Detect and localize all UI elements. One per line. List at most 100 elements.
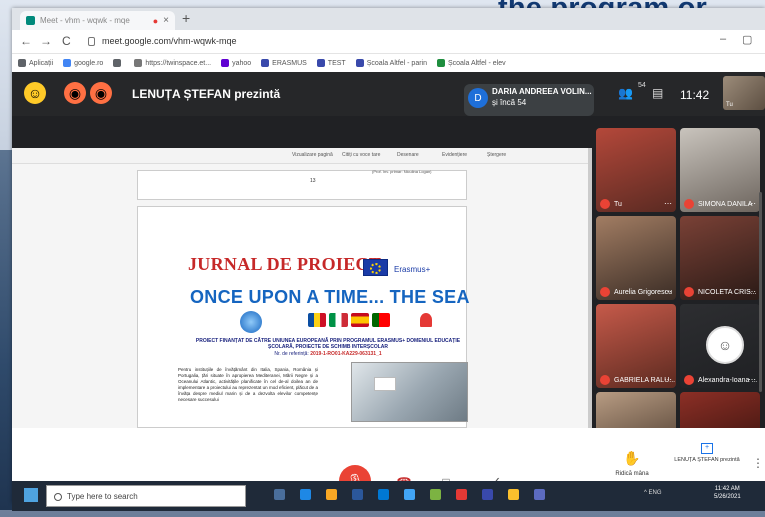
- bookmarks-bar: Aplicații google.ro https://twinspace.et..…: [12, 54, 765, 72]
- participant-avatar: ☺: [706, 326, 744, 364]
- self-view-thumbnail[interactable]: Tu: [723, 76, 765, 110]
- taskbar-search-input[interactable]: Type here to search: [46, 485, 246, 507]
- tile-more-icon[interactable]: ⋯: [664, 375, 672, 384]
- bookmark-item[interactable]: [113, 59, 124, 67]
- emoji-face-icon: ☺: [24, 82, 46, 104]
- edge-icon[interactable]: [300, 489, 311, 500]
- participant-tile[interactable]: NICOLETA CRIS... ⋯: [680, 216, 760, 300]
- tile-more-icon[interactable]: ⋯: [748, 199, 756, 208]
- project-logo-icon: [240, 311, 262, 333]
- document-area: 13 (Prof. înv. primar: Niculina Logan) J…: [12, 164, 592, 428]
- participant-name: SIMONA DANILA: [698, 201, 753, 208]
- mic-off-icon: [600, 199, 610, 209]
- document-page: JURNAL DE PROIECT Erasmus+ ONCE UPON A T…: [137, 206, 469, 428]
- forward-button[interactable]: →: [40, 34, 52, 48]
- mic-off-icon: [684, 287, 694, 297]
- reload-button[interactable]: C: [62, 34, 71, 48]
- raise-hand-button[interactable]: ✋ Ridică mâna: [597, 450, 667, 477]
- grid-scrollbar[interactable]: [759, 192, 762, 392]
- document-scrollbar[interactable]: [588, 148, 592, 428]
- country-flags: [308, 313, 390, 329]
- presenting-avatar: D: [468, 88, 488, 108]
- store-icon[interactable]: [378, 489, 389, 500]
- meet-top-bar: ☺ ◉ ◉ LENUȚA ȘTEFAN prezintă D DARIA AND…: [12, 72, 765, 116]
- participant-tile[interactable]: [680, 392, 760, 432]
- meet-app: ☺ ◉ ◉ LENUȚA ȘTEFAN prezintă D DARIA AND…: [12, 72, 765, 503]
- people-count: 54: [638, 82, 646, 89]
- address-bar: ← → C meet.google.com/vhm-wqwk-mqe – ▢: [12, 30, 765, 54]
- map-pin-icon: [420, 313, 432, 327]
- participant-tile[interactable]: Aurelia Grigorescu ⋯: [596, 216, 676, 300]
- tile-more-icon[interactable]: ⋯: [748, 375, 756, 384]
- bookmark-icon: [18, 59, 26, 67]
- app-icon-2[interactable]: [482, 489, 493, 500]
- chat-icon[interactable]: ▤: [652, 86, 663, 100]
- doc-toolbar-item[interactable]: Desenare: [397, 152, 419, 158]
- minimize-icon[interactable]: –: [720, 33, 726, 45]
- tile-more-icon[interactable]: ⋯: [664, 287, 672, 296]
- funding-statement: PROIECT FINANȚAT DE CĂTRE UNIUNEA EUROPE…: [195, 338, 461, 350]
- bookmark-item[interactable]: yahoo: [221, 59, 251, 67]
- tile-more-icon[interactable]: ⋯: [748, 287, 756, 296]
- task-view-icon[interactable]: [274, 489, 285, 500]
- bookmark-icon: [134, 59, 143, 67]
- doc-toolbar-item[interactable]: Ștergere: [487, 152, 506, 158]
- bookmark-icon: [316, 59, 325, 67]
- app-icon[interactable]: [456, 489, 467, 500]
- bookmark-item[interactable]: Școala Altfel - elev: [437, 59, 506, 67]
- tile-more-icon[interactable]: ⋯: [664, 199, 672, 208]
- maximize-icon[interactable]: ▢: [742, 33, 752, 46]
- bookmark-item[interactable]: Aplicații: [18, 59, 53, 67]
- document-toolbar: Vizualizare pagină Citiți cu voce tare Des…: [12, 148, 592, 164]
- doc-toolbar-item[interactable]: Citiți cu voce tare: [342, 152, 380, 158]
- present-button[interactable]: + LENUȚA ȘTEFAN prezintă: [672, 443, 742, 464]
- self-view-label: Tu: [726, 102, 733, 108]
- participant-tile[interactable]: SIMONA DANILA ⋯: [680, 128, 760, 212]
- tab-meet[interactable]: Meet - vhm - wqwk - mqe ● ×: [20, 11, 175, 30]
- bookmark-item[interactable]: https://twinspace.et...: [134, 59, 211, 67]
- participant-tile[interactable]: Tu ⋯: [596, 128, 676, 212]
- erasmus-label: Erasmus+: [394, 265, 431, 274]
- back-button[interactable]: ←: [20, 34, 32, 48]
- word-icon[interactable]: [352, 489, 363, 500]
- lock-icon: [88, 37, 95, 46]
- participant-name: Tu: [614, 201, 622, 208]
- bookmark-icon: [261, 59, 270, 67]
- bookmark-item[interactable]: google.ro: [63, 59, 103, 67]
- mail-icon[interactable]: [404, 489, 415, 500]
- present-icon: +: [701, 443, 713, 454]
- document-page-13: [137, 170, 467, 200]
- bookmark-item[interactable]: ERASMUS: [261, 59, 307, 67]
- journal-title: JURNAL DE PROIECT: [188, 254, 382, 274]
- app-icon-3[interactable]: [534, 489, 545, 500]
- url-field[interactable]: meet.google.com/vhm-wqwk-mqe: [102, 36, 237, 46]
- doc-toolbar-item[interactable]: Evidențiere: [442, 152, 467, 158]
- orange-ring-icon-2: ◉: [90, 82, 112, 104]
- maps-icon[interactable]: [430, 489, 441, 500]
- bookmark-item[interactable]: Școala Altfel - parin: [355, 59, 427, 67]
- meet-favicon-icon: [26, 16, 35, 25]
- classroom-photo: [351, 362, 468, 422]
- participant-tile[interactable]: ☺ Alexandra-Ioana ... ⋯: [680, 304, 760, 388]
- flag-portugal-icon: [371, 313, 390, 327]
- participant-tile[interactable]: GABRIELA RALU... ⋯: [596, 304, 676, 388]
- mic-off-icon: [684, 375, 694, 385]
- windows-start-icon[interactable]: [24, 488, 38, 502]
- chrome-icon[interactable]: [508, 489, 519, 500]
- taskbar-clock: 11:42 AM 5/26/2021: [714, 486, 741, 500]
- new-tab-button[interactable]: +: [182, 10, 190, 26]
- doc-toolbar-item[interactable]: Vizualizare pagină: [292, 152, 333, 158]
- more-options-icon[interactable]: ⋮: [752, 456, 764, 470]
- taskbar: Type here to search ^ ENG 11:42 AM 5/26/2…: [12, 481, 765, 511]
- bookmark-item[interactable]: TEST: [316, 59, 346, 67]
- search-icon: [54, 493, 62, 501]
- people-icon[interactable]: 👥: [618, 86, 633, 100]
- system-tray[interactable]: ^ ENG: [644, 490, 661, 496]
- presenter-label: LENUȚA ȘTEFAN prezintă: [132, 87, 281, 101]
- mic-off-icon: [684, 199, 694, 209]
- file-explorer-icon[interactable]: [326, 489, 337, 500]
- participant-tile[interactable]: [596, 392, 676, 432]
- tab-close-icon[interactable]: ×: [163, 15, 169, 26]
- mic-off-icon: [600, 375, 610, 385]
- meet-clock: 11:42: [680, 88, 710, 102]
